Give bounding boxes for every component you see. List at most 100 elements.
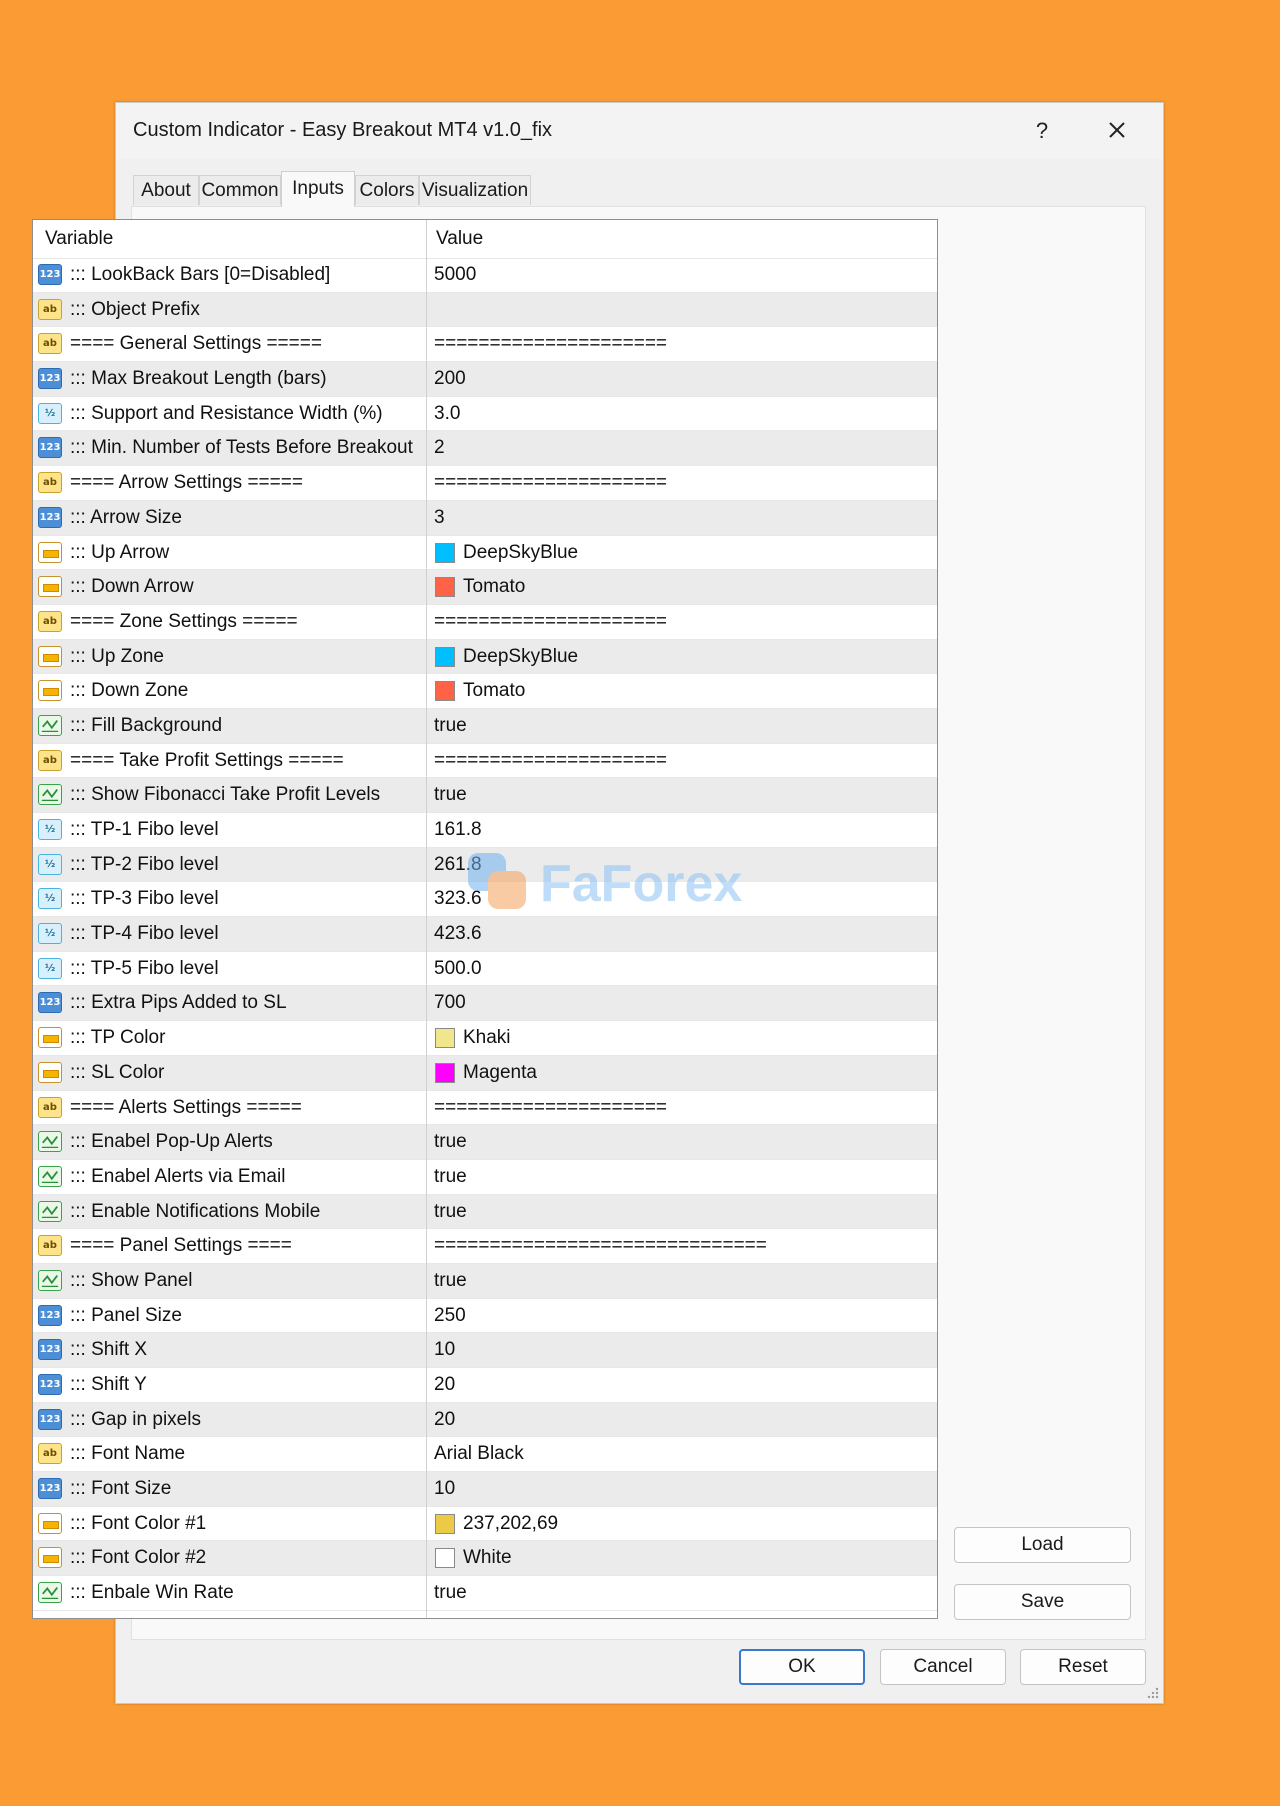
color-swatch[interactable] [435, 681, 455, 702]
row-value[interactable]: 2 [434, 431, 445, 465]
inputs-grid[interactable]: Variable Value 123::: LookBack Bars [0=D… [32, 219, 938, 1619]
table-row[interactable]: ½::: TP-2 Fibo level 261.8 [33, 847, 937, 883]
row-value[interactable]: ===================== [434, 605, 667, 639]
table-row[interactable]: 123::: Max Breakout Length (bars) 200 [33, 362, 937, 397]
table-row[interactable]: 123::: LookBack Bars [0=Disabled] 5000 [33, 258, 937, 293]
column-header-variable[interactable]: Variable [45, 220, 113, 258]
color-swatch[interactable] [435, 1028, 455, 1049]
table-row[interactable]: ab ==== Alerts Settings ===== ============… [33, 1091, 937, 1126]
table-row[interactable]: 123::: Panel Size 250 [33, 1299, 937, 1334]
table-row[interactable]: ::: Enabel Pop-Up Alerts true [33, 1125, 937, 1160]
row-value[interactable]: ===================== [434, 327, 667, 361]
help-button[interactable]: ? [1028, 115, 1056, 147]
table-row[interactable]: ab::: Font Name Arial Black [33, 1437, 937, 1473]
table-row[interactable]: ::: Down Arrow Tomato [33, 570, 937, 605]
row-value[interactable]: Tomato [463, 674, 525, 708]
row-value[interactable]: 20 [434, 1368, 455, 1402]
row-value[interactable]: 237,202,69 [463, 1507, 558, 1541]
table-row[interactable]: ::: Font Color #1 237,202,69 [33, 1507, 937, 1542]
row-value[interactable]: 20 [434, 1403, 455, 1437]
table-row[interactable]: ::: Show Panel true [33, 1263, 937, 1299]
table-row[interactable]: ::: TP Color Khaki [33, 1021, 937, 1056]
row-value[interactable]: DeepSkyBlue [463, 536, 578, 570]
row-value[interactable]: true [434, 1264, 467, 1298]
color-swatch[interactable] [435, 646, 455, 667]
row-value[interactable]: 423.6 [434, 917, 482, 951]
table-row[interactable]: 123::: Font Size 10 [33, 1472, 937, 1507]
row-value[interactable]: 3 [434, 501, 445, 535]
tab-visualization[interactable]: Visualization [419, 175, 531, 205]
color-swatch[interactable] [435, 577, 455, 598]
load-button[interactable]: Load [954, 1527, 1131, 1563]
row-value[interactable]: Magenta [463, 1056, 537, 1090]
row-value[interactable]: Tomato [463, 570, 525, 604]
tab-inputs[interactable]: Inputs [281, 171, 355, 207]
table-row[interactable]: ::: Enbale Win Rate true [33, 1576, 937, 1611]
row-value[interactable]: true [434, 1160, 467, 1194]
row-value[interactable]: 261.8 [434, 848, 482, 882]
table-row[interactable]: ab ==== General Settings ===== ===========… [33, 327, 937, 363]
tab-about[interactable]: About [133, 175, 199, 205]
tab-common[interactable]: Common [199, 175, 281, 205]
color-swatch[interactable] [435, 1062, 455, 1083]
table-row[interactable]: ::: Enable Notifications Mobile true [33, 1194, 937, 1230]
close-button[interactable] [1100, 113, 1134, 147]
table-row[interactable]: ½::: TP-1 Fibo level 161.8 [33, 813, 937, 848]
table-row[interactable]: ::: Enabel Alerts via Email true [33, 1160, 937, 1195]
row-value[interactable]: 323.6 [434, 882, 482, 916]
table-row[interactable]: ab ==== Take Profit Settings ===== =======… [33, 744, 937, 779]
table-row[interactable]: ½::: TP-5 Fibo level 500.0 [33, 952, 937, 987]
table-row[interactable]: ::: Show Fibonacci Take Profit Levels tru… [33, 778, 937, 813]
row-value[interactable]: ============================== [434, 1229, 767, 1263]
row-value[interactable]: 700 [434, 986, 466, 1020]
row-value[interactable]: Khaki [463, 1021, 511, 1055]
table-row[interactable]: ::: Fill Background true [33, 708, 937, 744]
table-row[interactable]: ::: Up Arrow DeepSkyBlue [33, 536, 937, 571]
row-value[interactable]: ===================== [434, 744, 667, 778]
row-value[interactable]: 10 [434, 1333, 455, 1367]
tab-colors[interactable]: Colors [355, 175, 419, 205]
table-row[interactable]: 123::: Min. Number of Tests Before Break… [33, 431, 937, 467]
column-header-value[interactable]: Value [436, 220, 483, 258]
table-row[interactable]: ::: Up Zone DeepSkyBlue [33, 639, 937, 675]
table-row[interactable]: ::: Font Color #2 White [33, 1541, 937, 1577]
row-value[interactable]: 250 [434, 1299, 466, 1333]
row-value[interactable]: true [434, 709, 467, 743]
table-row[interactable]: ½::: Support and Resistance Width (%) 3.0 [33, 397, 937, 432]
row-value[interactable]: 3.0 [434, 397, 460, 431]
reset-button[interactable]: Reset [1020, 1649, 1146, 1685]
table-row[interactable]: ::: SL Color Magenta [33, 1055, 937, 1091]
table-row[interactable]: ab ==== Panel Settings ==== ==============… [33, 1229, 937, 1264]
cancel-button[interactable]: Cancel [880, 1649, 1006, 1685]
table-row[interactable]: ::: Down Zone Tomato [33, 674, 937, 709]
row-value[interactable]: true [434, 1576, 467, 1610]
table-row[interactable]: 123::: Arrow Size 3 [33, 500, 937, 536]
row-value[interactable]: true [434, 1195, 467, 1229]
row-value[interactable]: true [434, 778, 467, 812]
table-row[interactable]: ab ==== Arrow Settings ===== =============… [33, 466, 937, 501]
table-row[interactable]: 123::: Shift X 10 [33, 1333, 937, 1368]
column-divider[interactable] [426, 220, 427, 1618]
row-value[interactable]: true [434, 1125, 467, 1159]
color-swatch[interactable] [435, 542, 455, 563]
row-value[interactable]: Arial Black [434, 1437, 524, 1471]
resize-grip-icon[interactable] [1146, 1686, 1160, 1700]
row-value[interactable]: 200 [434, 362, 466, 396]
title-bar[interactable]: Custom Indicator - Easy Breakout MT4 v1.… [116, 103, 1163, 159]
row-value[interactable]: White [463, 1541, 512, 1575]
table-row[interactable]: ½::: TP-3 Fibo level 323.6 [33, 882, 937, 918]
row-value[interactable]: 500.0 [434, 952, 482, 986]
row-value[interactable]: ===================== [434, 466, 667, 500]
row-value[interactable]: ===================== [434, 1091, 667, 1125]
ok-button[interactable]: OK [739, 1649, 865, 1685]
table-row[interactable]: ab::: Object Prefix [33, 292, 937, 328]
color-swatch[interactable] [435, 1548, 455, 1569]
save-button[interactable]: Save [954, 1584, 1131, 1620]
table-row[interactable]: 123::: Shift Y 20 [33, 1368, 937, 1403]
row-value[interactable]: 161.8 [434, 813, 482, 847]
table-row[interactable]: 123::: Gap in pixels 20 [33, 1402, 937, 1438]
row-value[interactable]: DeepSkyBlue [463, 640, 578, 674]
row-value[interactable]: 5000 [434, 258, 476, 292]
row-value[interactable]: 10 [434, 1472, 455, 1506]
color-swatch[interactable] [435, 1513, 455, 1534]
